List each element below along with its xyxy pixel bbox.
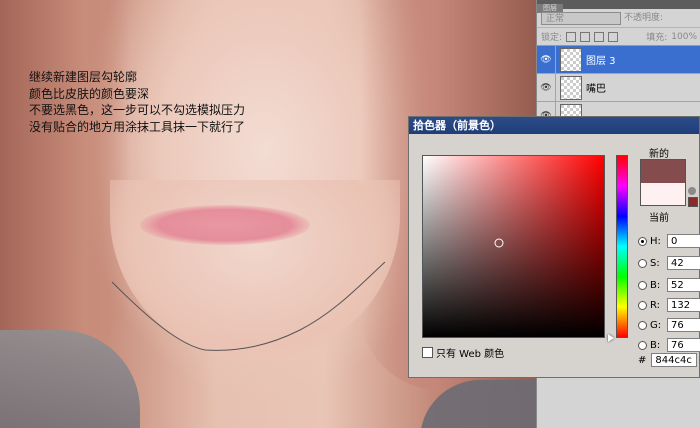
field-row-h: H:度 bbox=[638, 233, 700, 249]
radio-g[interactable] bbox=[638, 320, 647, 330]
layer-name: 图层 3 bbox=[586, 56, 616, 67]
saturation-brightness-field[interactable] bbox=[422, 155, 605, 338]
radio-h[interactable] bbox=[638, 236, 647, 246]
instruction-line: 没有贴合的地方用涂抹工具抹一下就行了 bbox=[29, 119, 246, 134]
color-picker-dialog: 拾色器（前景色） 新的 当前 只有 Web 颜色 # H:度 S:% B:% R: G:… bbox=[408, 116, 700, 378]
field-row-b: B:% bbox=[638, 277, 700, 293]
instruction-line: 颜色比皮肤的颜色要深 bbox=[29, 86, 150, 101]
field-label-r: R: bbox=[650, 299, 661, 311]
field-row-g: G: bbox=[638, 317, 700, 333]
radio-r[interactable] bbox=[638, 300, 647, 310]
layer-thumbnail bbox=[560, 47, 582, 72]
layer-row-mouth[interactable]: 👁 嘴巴 bbox=[537, 74, 700, 102]
radio-bl[interactable] bbox=[638, 340, 647, 350]
layers-tab-bar: 图层 bbox=[537, 0, 700, 13]
fill-label: 填充: bbox=[646, 33, 668, 43]
field-row-r: R: bbox=[638, 297, 700, 313]
gamut-color-swatch[interactable] bbox=[688, 197, 698, 207]
opacity-label: 不透明度: bbox=[624, 12, 664, 23]
gamut-warning-icon[interactable] bbox=[688, 187, 696, 195]
hex-row: # bbox=[638, 353, 698, 367]
field-input-s[interactable] bbox=[667, 256, 700, 270]
lock-label: 锁定: bbox=[541, 33, 563, 43]
field-row-s: S:% bbox=[638, 255, 700, 271]
color-cursor[interactable] bbox=[494, 238, 504, 248]
lock-position-icon[interactable] bbox=[594, 31, 605, 42]
hue-slider-handle[interactable] bbox=[608, 334, 614, 342]
field-input-r[interactable] bbox=[667, 298, 700, 312]
field-label-b: B: bbox=[650, 279, 661, 291]
field-label-bl: B: bbox=[650, 339, 661, 351]
current-color-swatch[interactable] bbox=[640, 183, 686, 206]
layer-name: 嘴巴 bbox=[586, 84, 606, 95]
field-label-s: S: bbox=[650, 257, 660, 269]
visibility-eye-icon[interactable]: 👁 bbox=[537, 46, 556, 73]
field-row-bl: B: bbox=[638, 337, 700, 353]
dialog-title[interactable]: 拾色器（前景色） bbox=[409, 117, 699, 134]
web-only-label: 只有 Web 颜色 bbox=[436, 349, 505, 360]
blend-row: 正常 不透明度: bbox=[537, 9, 700, 28]
field-input-g[interactable] bbox=[667, 318, 700, 332]
lock-transparent-icon[interactable] bbox=[566, 31, 577, 42]
blend-mode-select[interactable]: 正常 bbox=[541, 11, 621, 25]
layer-row-3[interactable]: 👁 图层 3 bbox=[537, 46, 700, 74]
field-label-h: H: bbox=[650, 235, 661, 247]
instruction-line: 不要选黑色，这一步可以不勾选模拟压力 bbox=[29, 103, 246, 117]
lock-all-icon[interactable] bbox=[608, 31, 619, 42]
hue-slider[interactable] bbox=[616, 155, 628, 338]
field-input-b[interactable] bbox=[667, 278, 700, 292]
hex-input[interactable] bbox=[651, 353, 698, 367]
current-color-label: 当前 bbox=[649, 213, 669, 224]
web-only-checkbox[interactable] bbox=[422, 347, 433, 358]
radio-b[interactable] bbox=[638, 280, 647, 290]
fill-value[interactable]: 100% bbox=[671, 32, 697, 42]
hex-label: # bbox=[638, 354, 647, 366]
field-label-g: G: bbox=[650, 319, 662, 331]
new-color-swatch bbox=[640, 159, 686, 184]
instruction-line: 继续新建图层勾轮廓 bbox=[29, 70, 138, 84]
lock-pixels-icon[interactable] bbox=[580, 31, 591, 42]
visibility-eye-icon[interactable]: 👁 bbox=[537, 74, 556, 101]
radio-s[interactable] bbox=[638, 258, 647, 268]
instruction-text: 继续新建图层勾轮廓 颜色比皮肤的颜色要深 不要选黑色，这一步可以不勾选模拟压力 … bbox=[29, 69, 245, 135]
field-input-h[interactable] bbox=[667, 234, 700, 248]
layer-thumbnail bbox=[560, 75, 582, 100]
lock-row: 锁定: 填充: 100% bbox=[537, 28, 700, 46]
new-color-label: 新的 bbox=[649, 149, 669, 160]
web-only-option[interactable]: 只有 Web 颜色 bbox=[422, 345, 504, 360]
field-input-bl[interactable] bbox=[667, 338, 700, 352]
